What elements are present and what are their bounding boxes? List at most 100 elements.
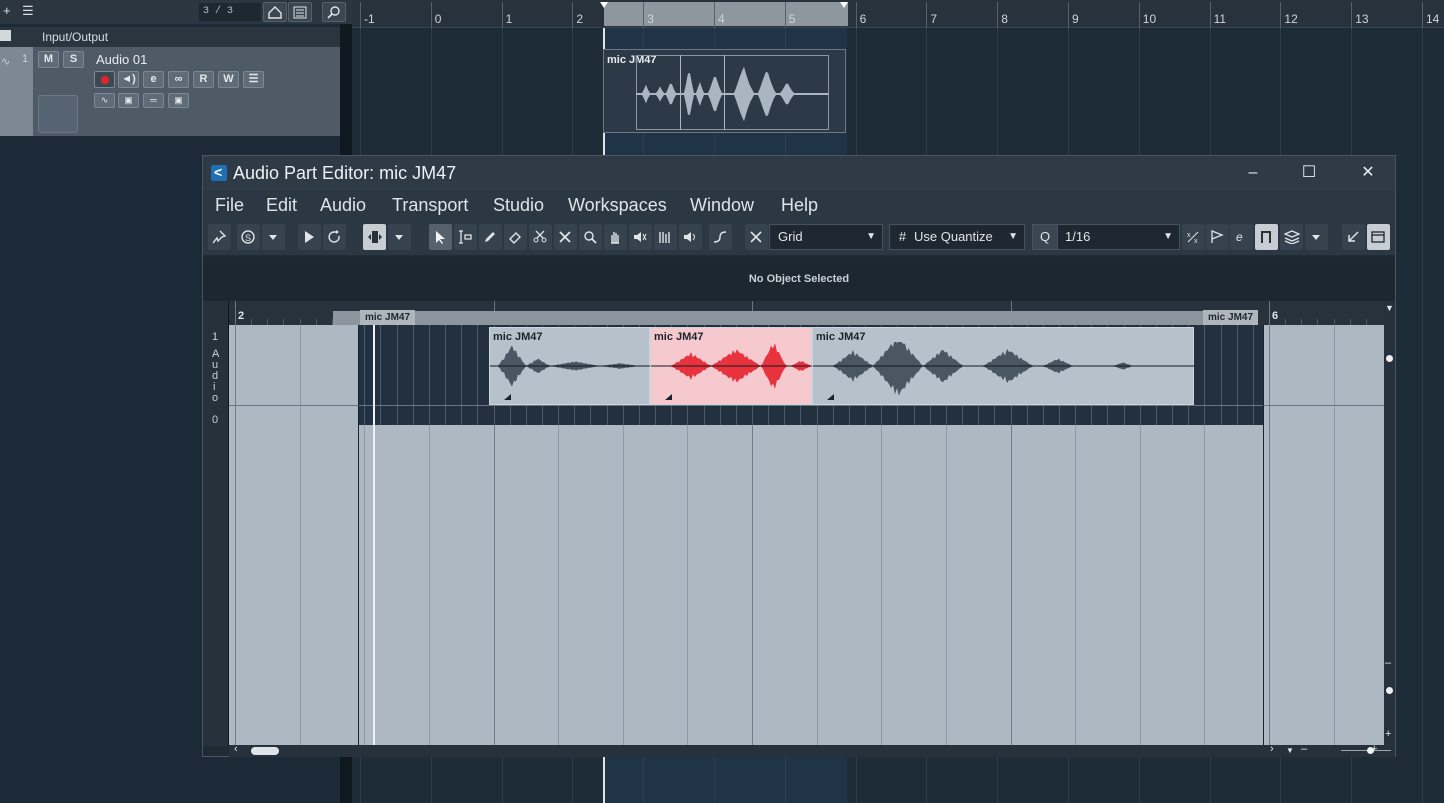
auto-scroll-button[interactable] (363, 224, 386, 250)
edit-channel-settings-button[interactable]: e (1230, 224, 1253, 250)
zoom-in-icon[interactable]: + (1385, 728, 1391, 740)
menu-workspaces[interactable]: Workspaces (568, 195, 667, 216)
monitor-button[interactable]: ◄) (118, 71, 139, 88)
sends-icon[interactable]: ▣ (168, 93, 189, 108)
scroll-down-icon[interactable]: ▼ (1385, 303, 1394, 313)
show-lanes-button[interactable] (1255, 224, 1278, 250)
draw-tool[interactable] (479, 224, 502, 250)
waveform-icon[interactable]: ∿ (94, 93, 115, 108)
list-view-button[interactable] (288, 2, 312, 22)
part-start-tag[interactable]: mic JM47 (360, 310, 416, 325)
record-enable-button[interactable] (94, 71, 115, 88)
solo-button[interactable]: S (63, 51, 84, 68)
zoom-tool[interactable] (579, 224, 602, 250)
editor-cursor[interactable] (373, 325, 375, 745)
auto-scroll-dropdown[interactable] (388, 224, 411, 250)
part-grid-line (380, 325, 382, 425)
editor-titlebar[interactable]: Audio Part Editor: mic JM47 – ☐ ✕ (203, 156, 1395, 190)
menu-help[interactable]: Help (781, 195, 818, 216)
zoom-presets-icon[interactable]: ▼ (1286, 746, 1294, 755)
solo-editor-button[interactable]: S (237, 224, 260, 250)
range-selection-tool[interactable] (454, 224, 477, 250)
waveform-display-button[interactable] (1280, 224, 1303, 250)
read-automation-button[interactable]: R (193, 71, 214, 88)
horizontal-scroll-thumb[interactable] (251, 747, 279, 755)
quantize-presets-button[interactable]: xx (1182, 224, 1205, 250)
hand-tool[interactable] (604, 224, 627, 250)
waveform-dropdown[interactable] (1305, 224, 1328, 250)
pin-button[interactable] (208, 224, 231, 250)
menu-transport[interactable]: Transport (392, 195, 468, 216)
close-button[interactable]: ✕ (1352, 162, 1384, 184)
scroll-right-icon[interactable]: › (1270, 743, 1274, 755)
vertical-zoom-knob[interactable] (1386, 687, 1393, 694)
search-icon (327, 6, 340, 19)
maximize-button[interactable]: ☐ (1293, 162, 1325, 184)
acoustic-feedback-button[interactable] (709, 224, 732, 250)
vertical-scrollbar[interactable]: ▼ – + (1384, 301, 1395, 746)
selected-audio-event[interactable]: mic JM47 (650, 327, 813, 405)
audio-event[interactable]: mic JM47 (812, 327, 1195, 405)
project-ruler[interactable]: -1 0 1 2 3 4 5 6 7 8 9 10 11 12 13 14 (352, 0, 1444, 28)
play-tool[interactable] (629, 224, 652, 250)
write-automation-button[interactable]: W (218, 71, 239, 88)
snap-type-select[interactable]: Grid ▼ (769, 224, 883, 250)
audio-track[interactable]: ∿ 1 Audio 01 M S ◄) e ∞ R W ☰ ∿ ▣ ═ ▣ (0, 47, 340, 136)
eq-icon[interactable]: ═ (143, 93, 164, 108)
cycle-range[interactable] (600, 2, 848, 26)
ruler-bar-line (643, 2, 645, 28)
erase-tool[interactable] (504, 224, 527, 250)
dock-button[interactable] (1342, 224, 1365, 250)
snap-toggle[interactable] (745, 224, 768, 250)
ruler-tick-label: 10 (1142, 12, 1157, 26)
menu-studio[interactable]: Studio (493, 195, 544, 216)
object-selection-tool[interactable] (429, 224, 452, 250)
minimize-button[interactable]: – (1237, 162, 1269, 184)
hitpoints-button[interactable] (1206, 224, 1229, 250)
arrow-pointer-icon (436, 231, 445, 244)
mute-tool[interactable] (554, 224, 577, 250)
window-layout-button[interactable] (1367, 224, 1390, 250)
track-name[interactable]: Audio 01 (96, 52, 147, 67)
horizontal-zoom-slider[interactable] (1341, 750, 1391, 751)
lanes-button[interactable]: ∞ (168, 71, 189, 88)
quantize-value-select[interactable]: Q 1/16 ▼ (1032, 224, 1180, 250)
inserts-icon[interactable]: ▣ (118, 93, 139, 108)
vertical-scroll-thumb[interactable] (1386, 355, 1393, 362)
editor-event-display[interactable]: mic JM47 mic JM47 mic JM47 (229, 325, 1384, 745)
audio-event[interactable]: mic JM47 (489, 327, 651, 405)
menu-file[interactable]: File (215, 195, 244, 216)
track-menu-button[interactable]: ☰ (243, 71, 264, 88)
horizontal-zoom-out-icon[interactable]: – (1301, 743, 1307, 755)
part-range-bar[interactable] (333, 311, 1237, 325)
play-icon (305, 231, 314, 243)
audition-tool[interactable] (679, 224, 702, 250)
horizontal-zoom-in-icon[interactable]: + (1371, 743, 1377, 755)
solo-dropdown[interactable] (262, 224, 285, 250)
loop-button[interactable] (323, 224, 346, 250)
project-audio-event[interactable]: mic JM47 (603, 49, 846, 133)
menu-edit[interactable]: Edit (266, 195, 297, 216)
loop-icon (328, 230, 340, 243)
warp-tool[interactable] (654, 224, 677, 250)
arrow-down-left-icon (1348, 231, 1359, 242)
zoom-out-icon[interactable]: – (1385, 657, 1391, 669)
split-tool[interactable] (529, 224, 552, 250)
part-end-tag[interactable]: mic JM47 (1203, 310, 1259, 325)
left-locator[interactable] (600, 2, 608, 8)
folder-track-header[interactable]: Input/Output (0, 27, 340, 47)
scroll-left-icon[interactable]: ‹ (234, 743, 238, 755)
quantize-mode-select[interactable]: # Use Quantize ▼ (889, 224, 1025, 250)
right-locator[interactable] (840, 2, 848, 8)
edit-channel-button[interactable]: e (143, 71, 164, 88)
add-track-icon[interactable]: + (3, 4, 11, 18)
menu-window[interactable]: Window (690, 195, 754, 216)
menu-audio[interactable]: Audio (320, 195, 366, 216)
ruler-tick-label: 6 (859, 12, 867, 26)
search-button[interactable] (322, 2, 346, 22)
mute-button[interactable]: M (38, 51, 59, 68)
play-button[interactable] (298, 224, 321, 250)
track-presets-icon[interactable]: ☰ (22, 4, 34, 18)
horizontal-scrollbar[interactable]: ‹ › ▼ – + (229, 743, 1395, 757)
visibility-button[interactable] (263, 2, 287, 22)
